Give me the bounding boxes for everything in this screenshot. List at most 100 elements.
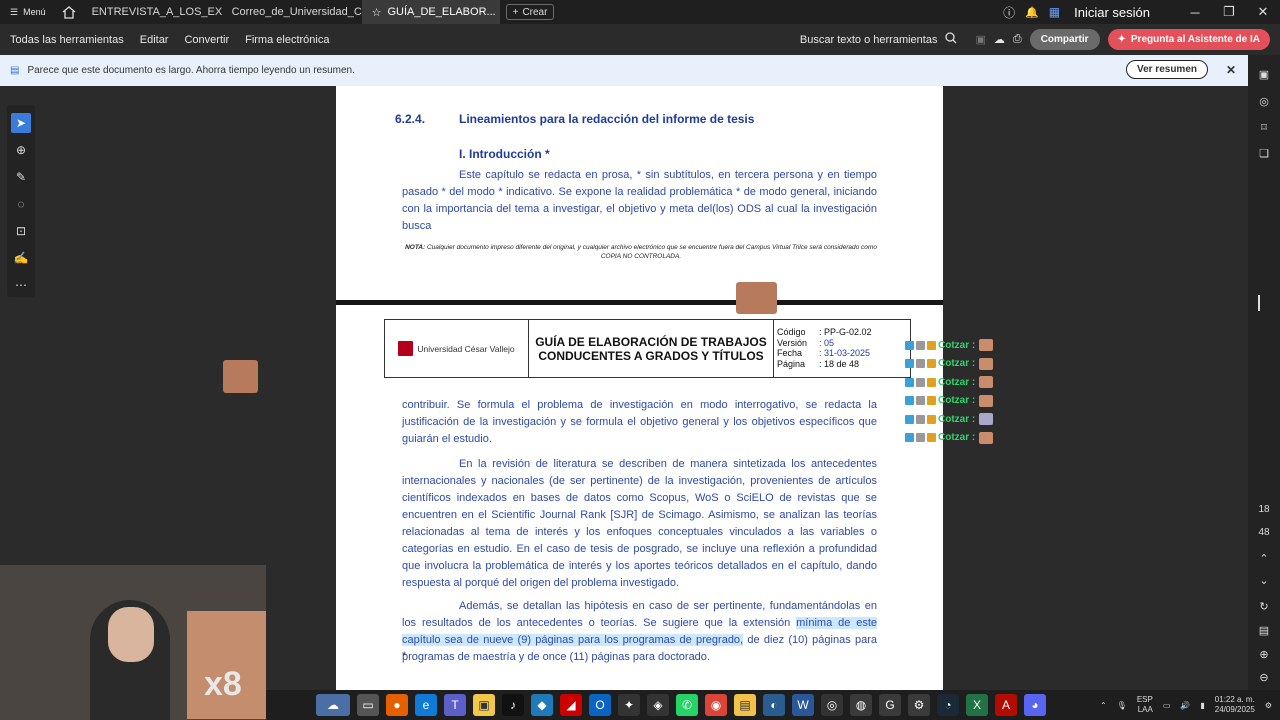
bell-icon[interactable]: 🔔 <box>1025 6 1039 19</box>
rotate-icon[interactable]: ↻ <box>1256 598 1272 614</box>
chat-row: Cotzar : <box>905 410 1005 429</box>
convert-menu[interactable]: Convertir <box>176 34 237 46</box>
page-down-icon[interactable]: ⌄ <box>1256 572 1272 588</box>
zoom-in-icon[interactable]: ⊕ <box>1256 646 1272 662</box>
share-button[interactable]: Compartir <box>1029 29 1100 50</box>
star-icon[interactable]: ☆ <box>372 6 382 19</box>
upload-cloud-icon[interactable]: ☁ <box>994 33 1005 46</box>
firefox-icon[interactable]: ● <box>386 694 408 716</box>
search-tools-label[interactable]: Buscar texto o herramientas <box>800 34 938 46</box>
obs-icon[interactable]: ◎ <box>821 694 843 716</box>
close-window-icon[interactable]: ✕ <box>1246 0 1280 24</box>
bookmark-icon[interactable]: ⌑ <box>1256 119 1272 135</box>
volume-icon[interactable]: 🔊 <box>1180 701 1190 710</box>
menu-button[interactable]: ☰ Menú <box>0 0 56 24</box>
app-icon[interactable]: G <box>879 694 901 716</box>
discord-icon[interactable]: ◕ <box>1024 694 1046 716</box>
apps-grid-icon[interactable]: ▦ <box>1049 5 1060 19</box>
tiktok-icon[interactable]: ♪ <box>502 694 524 716</box>
zoom-out-icon[interactable]: ⊖ <box>1256 669 1272 685</box>
print-icon[interactable]: ⎙ <box>1013 33 1022 46</box>
battery-icon[interactable]: ▮ <box>1200 701 1204 710</box>
left-tool-panel: ➤ ⊕ ✎ ◌ ⊡ ✍ ⋯ <box>7 105 35 297</box>
tab-guia-active[interactable]: ☆ GUÍA_DE_ELABOR... ✕ <box>361 0 500 24</box>
stamp-icon[interactable]: ✍ <box>11 248 31 268</box>
comment-panel-icon[interactable]: ▣ <box>1256 66 1272 82</box>
settings-icon[interactable]: ⚙ <box>908 694 930 716</box>
create-button[interactable]: + Crear <box>505 4 555 20</box>
app-icon[interactable]: ◈ <box>647 694 669 716</box>
all-tools-menu[interactable]: Todas las herramientas <box>0 34 132 46</box>
page-up-icon[interactable]: ⌃ <box>1256 550 1272 566</box>
notifications-icon[interactable]: ⚙ <box>1265 701 1272 710</box>
windows-taskbar: ☁ ▭ ● e T ▣ ♪ ◆ ◢ O ✦ ◈ ✆ ◉ ▤ ◐ W ◎ ◍ G … <box>266 690 1280 720</box>
file-explorer-icon[interactable]: ▤ <box>734 694 756 716</box>
clock-time: 01:22 a. m. <box>1214 695 1255 704</box>
language-indicator[interactable]: ESP LAA <box>1137 695 1153 715</box>
paragraph: contribuir. Se formula el problema de in… <box>402 399 877 445</box>
pages-icon[interactable]: ❏ <box>1256 145 1272 161</box>
whatsapp-icon[interactable]: ✆ <box>676 694 698 716</box>
floating-emote <box>223 360 258 393</box>
document-page-17: 6.2.4. Lineamientos para la redacción de… <box>336 86 943 300</box>
select-cursor-icon[interactable]: ➤ <box>11 113 31 133</box>
chat-row: Cotzar : <box>905 392 1005 411</box>
save-icon[interactable]: ▣ <box>975 33 985 46</box>
tab-entrevista[interactable]: ENTREVISTA_A_LOS_EXP... <box>82 0 222 24</box>
excel-icon[interactable]: X <box>966 694 988 716</box>
store-icon[interactable]: ▣ <box>473 694 495 716</box>
help-icon[interactable]: ⓘ <box>1003 4 1015 21</box>
scroll-thumb[interactable] <box>1258 295 1260 311</box>
app-icon[interactable]: ◐ <box>763 694 785 716</box>
search-panel-icon[interactable]: ◎ <box>1256 93 1272 109</box>
e-signature-menu[interactable]: Firma electrónica <box>237 34 337 46</box>
search-icon[interactable] <box>945 32 957 47</box>
paragraph: Además, se detallan las hipótesis en cas… <box>402 598 877 666</box>
badge-icon <box>927 414 936 424</box>
teams-icon[interactable]: T <box>444 694 466 716</box>
task-view-icon[interactable]: ▭ <box>357 694 379 716</box>
edit-menu[interactable]: Editar <box>132 34 177 46</box>
zoom-comment-icon[interactable]: ⊕ <box>11 140 31 160</box>
current-page[interactable]: 18 <box>1248 504 1280 515</box>
text-select-icon[interactable]: ⊡ <box>11 221 31 241</box>
home-icon[interactable] <box>56 0 82 24</box>
chat-username: Cotzar : <box>938 358 976 370</box>
page-body: contribuir. Se formula el problema de in… <box>402 397 877 672</box>
steam-icon[interactable]: ◔ <box>937 694 959 716</box>
lasso-icon[interactable]: ◌ <box>11 194 31 214</box>
pdf-app-icon[interactable]: ◢ <box>560 694 582 716</box>
more-tools-icon[interactable]: ⋯ <box>11 275 31 295</box>
outlook-icon[interactable]: O <box>589 694 611 716</box>
close-banner-icon[interactable]: ✕ <box>1226 63 1236 77</box>
pen-icon[interactable]: ✎ <box>11 167 31 187</box>
clock[interactable]: 01:22 a. m. 24/09/2025 <box>1215 695 1255 715</box>
title-bar: ☰ Menú ENTREVISTA_A_LOS_EXP... Correo_de… <box>0 0 1280 24</box>
ai-assistant-button[interactable]: ✦ Pregunta al Asistente de IA <box>1107 29 1270 50</box>
app-icon[interactable]: ◍ <box>850 694 872 716</box>
emote-icon <box>979 413 994 426</box>
microphone-icon[interactable]: 🎙 <box>1117 701 1127 710</box>
network-icon[interactable]: ▭ <box>1163 701 1171 710</box>
plus-icon: + <box>512 6 519 18</box>
logo-text: Universidad César Vallejo <box>417 343 515 354</box>
minimize-icon[interactable]: ─ <box>1178 0 1212 24</box>
chrome-icon[interactable]: ◉ <box>705 694 727 716</box>
emote-icon <box>979 394 994 407</box>
badge-icon <box>927 396 936 406</box>
streamer-face <box>108 607 154 662</box>
view-summary-button[interactable]: Ver resumen <box>1125 60 1208 79</box>
weather-widget-icon[interactable]: ☁ <box>316 694 350 716</box>
meta-key: Código <box>777 327 806 337</box>
fit-page-icon[interactable]: ▤ <box>1256 622 1272 638</box>
tray-expand-icon[interactable]: ⌃ <box>1100 701 1107 710</box>
app-icon[interactable]: ✦ <box>618 694 640 716</box>
login-button[interactable]: Iniciar sesión <box>1074 5 1150 20</box>
edge-icon[interactable]: e <box>415 694 437 716</box>
tab-correo[interactable]: Correo_de_Universidad_C... <box>222 0 362 24</box>
badge-icon <box>905 340 914 350</box>
app-icon[interactable]: ◆ <box>531 694 553 716</box>
word-icon[interactable]: W <box>792 694 814 716</box>
acrobat-icon[interactable]: A <box>995 694 1017 716</box>
maximize-icon[interactable]: ❐ <box>1212 0 1246 24</box>
